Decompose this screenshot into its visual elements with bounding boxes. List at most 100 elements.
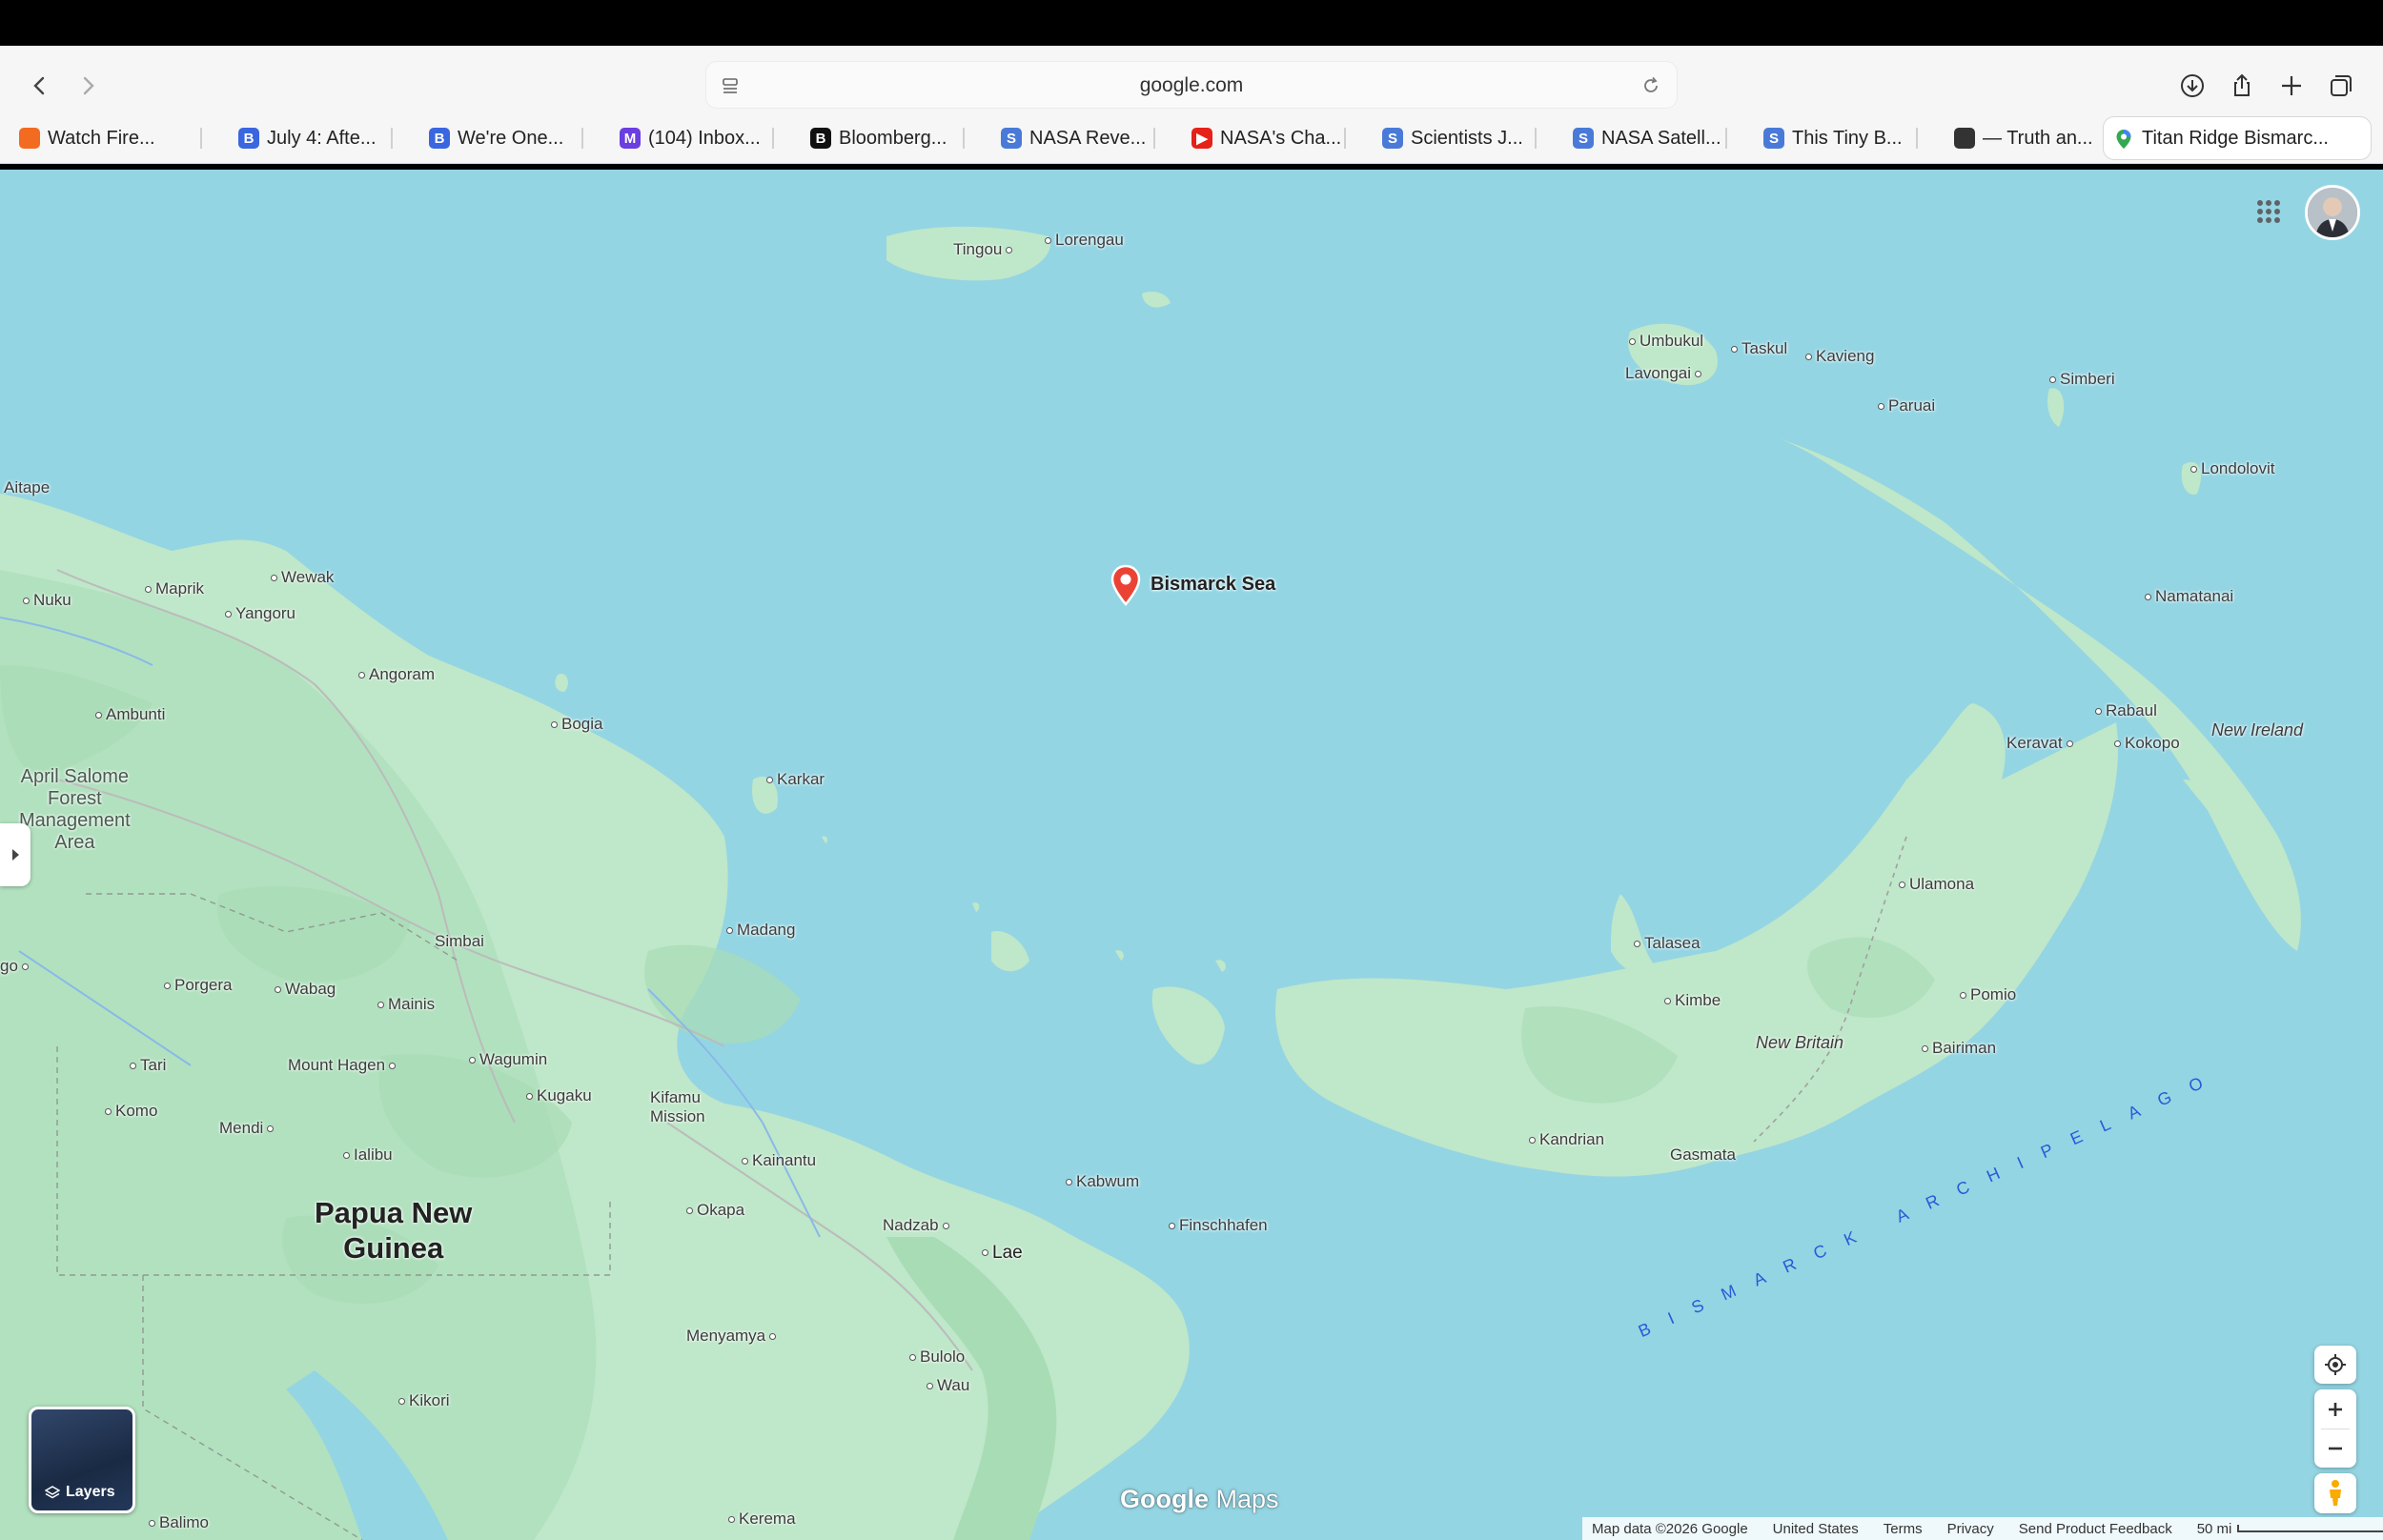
place-label-kabwum[interactable]: Kabwum	[1062, 1172, 1139, 1191]
place-label-tari[interactable]: Tari	[126, 1056, 166, 1075]
feedback-link[interactable]: Send Product Feedback	[2019, 1521, 2172, 1537]
place-label-ialibu[interactable]: Ialibu	[339, 1145, 393, 1165]
place-label-menyamya[interactable]: Menyamya	[686, 1327, 780, 1346]
place-label-nadzab[interactable]: Nadzab	[883, 1216, 953, 1235]
place-label-finschhafen[interactable]: Finschhafen	[1165, 1216, 1268, 1235]
tab-nasa-satell[interactable]: S NASA Satell...	[1563, 116, 1735, 160]
place-label-yangoru[interactable]: Yangoru	[221, 604, 295, 623]
back-button[interactable]	[19, 65, 61, 107]
place-label-lae[interactable]: Lae	[978, 1243, 1023, 1264]
downloads-button[interactable]	[2169, 63, 2215, 109]
place-label-mainis[interactable]: Mainis	[374, 995, 435, 1014]
place-label-mount-hagen[interactable]: Mount Hagen	[288, 1056, 399, 1075]
place-label-londolovit[interactable]: Londolovit	[2187, 459, 2275, 478]
maps-pin-icon	[2113, 129, 2134, 150]
place-label-kikori[interactable]: Kikori	[395, 1391, 450, 1410]
tab-were-one[interactable]: B We're One...	[419, 116, 591, 160]
tab-inbox[interactable]: M (104) Inbox...	[610, 116, 791, 160]
reload-icon[interactable]	[1637, 71, 1665, 100]
avatar[interactable]	[2305, 185, 2360, 240]
place-label-kifamu-mission[interactable]: Kifamu Mission	[650, 1088, 705, 1126]
tab-nasa-reve[interactable]: S NASA Reve...	[991, 116, 1163, 160]
place-label-karkar[interactable]: Karkar	[763, 770, 825, 789]
place-label-keravat[interactable]: Keravat	[2006, 734, 2077, 753]
tab-label: NASA Satell...	[1601, 127, 1721, 149]
privacy-link[interactable]: Privacy	[1947, 1521, 1994, 1537]
tab-overview-button[interactable]	[2318, 63, 2364, 109]
zoom-in-button[interactable]	[2314, 1390, 2356, 1429]
place-label-porgera[interactable]: Porgera	[160, 976, 232, 995]
address-bar[interactable]: google.com	[705, 61, 1678, 109]
place-label-komo[interactable]: Komo	[101, 1102, 157, 1121]
place-label-angoram[interactable]: Angoram	[355, 665, 435, 684]
place-label-wabag[interactable]: Wabag	[271, 980, 336, 999]
map-canvas[interactable]: Tingou Lorengau Umbukul Taskul Kavieng L…	[0, 170, 2383, 1540]
place-label-taskul[interactable]: Taskul	[1727, 339, 1787, 358]
place-label-ego[interactable]: go	[0, 957, 32, 976]
place-label-lavongai[interactable]: Lavongai	[1625, 364, 1705, 383]
place-label-bulolo[interactable]: Bulolo	[906, 1348, 965, 1367]
tab-july-4[interactable]: B July 4: Afte...	[229, 116, 400, 160]
tab-bloomberg[interactable]: B Bloomberg...	[801, 116, 972, 160]
place-label-namatanai[interactable]: Namatanai	[2141, 587, 2233, 606]
island-label-new-ireland[interactable]: New Ireland	[2211, 720, 2303, 740]
region-link[interactable]: United States	[1773, 1521, 1859, 1537]
pin-label[interactable]: Bismarck Sea	[1151, 574, 1275, 596]
area-label-april-salome[interactable]: April Salome Forest Management Area	[19, 766, 131, 854]
place-label-maprik[interactable]: Maprik	[141, 579, 204, 598]
place-label-wagumin[interactable]: Wagumin	[465, 1050, 547, 1069]
country-label-papua-new-guinea[interactable]: Papua New Guinea	[315, 1195, 472, 1266]
location-pin-icon[interactable]	[1110, 564, 1142, 606]
place-label-balimo[interactable]: Balimo	[145, 1513, 209, 1532]
place-label-kugaku[interactable]: Kugaku	[522, 1086, 592, 1105]
new-tab-button[interactable]	[2269, 63, 2314, 109]
place-label-kandrian[interactable]: Kandrian	[1525, 1130, 1604, 1149]
place-label-umbukul[interactable]: Umbukul	[1625, 332, 1703, 351]
pegman-icon	[2330, 1480, 2341, 1506]
tab-titan-ridge[interactable]: Titan Ridge Bismarc...	[2103, 116, 2372, 160]
my-location-button[interactable]	[2314, 1346, 2356, 1384]
place-label-tingou[interactable]: Tingou	[953, 240, 1016, 259]
place-label-simberi[interactable]: Simberi	[2046, 370, 2115, 389]
tab-watch-fire[interactable]: Watch Fire...	[10, 116, 200, 160]
share-button[interactable]	[2219, 63, 2265, 109]
tab-tiny-b[interactable]: S This Tiny B...	[1754, 116, 1925, 160]
street-view-button[interactable]	[2314, 1473, 2356, 1513]
place-label-bairiman[interactable]: Bairiman	[1918, 1039, 1996, 1058]
place-label-simbai[interactable]: Simbai	[435, 932, 484, 951]
place-label-nuku[interactable]: Nuku	[19, 591, 71, 610]
place-label-wau[interactable]: Wau	[923, 1376, 969, 1395]
tab-nasa-cha[interactable]: ▶ NASA's Cha...	[1182, 116, 1354, 160]
place-label-talasea[interactable]: Talasea	[1630, 934, 1701, 953]
place-label-gasmata[interactable]: Gasmata	[1670, 1145, 1736, 1165]
place-label-ambunti[interactable]: Ambunti	[92, 705, 165, 724]
place-label-aitape[interactable]: Aitape	[4, 478, 50, 497]
place-label-kainantu[interactable]: Kainantu	[738, 1151, 816, 1170]
tab-scientists[interactable]: S Scientists J...	[1373, 116, 1544, 160]
place-label-lorengau[interactable]: Lorengau	[1041, 231, 1124, 250]
scale-bar[interactable]: 50 mi	[2197, 1521, 2383, 1537]
island-label-new-britain[interactable]: New Britain	[1756, 1033, 1843, 1053]
forward-button[interactable]	[67, 65, 109, 107]
side-panel-toggle[interactable]	[0, 823, 31, 886]
place-label-kimbe[interactable]: Kimbe	[1660, 991, 1721, 1010]
s-logo-icon: S	[1001, 128, 1022, 149]
place-label-paruai[interactable]: Paruai	[1874, 396, 1935, 415]
google-apps-button[interactable]	[2250, 192, 2288, 231]
place-label-rabaul[interactable]: Rabaul	[2091, 701, 2157, 720]
place-label-mendi[interactable]: Mendi	[219, 1119, 277, 1138]
place-label-kerema[interactable]: Kerema	[724, 1510, 796, 1529]
place-label-madang[interactable]: Madang	[723, 921, 795, 940]
tab-truth[interactable]: — Truth an...	[1945, 116, 2107, 160]
layers-button[interactable]: Layers	[29, 1407, 135, 1513]
tab-label: July 4: Afte...	[267, 127, 377, 149]
terms-link[interactable]: Terms	[1884, 1521, 1923, 1537]
place-label-wewak[interactable]: Wewak	[267, 568, 334, 587]
place-label-ulamona[interactable]: Ulamona	[1895, 875, 1974, 894]
place-label-okapa[interactable]: Okapa	[682, 1201, 744, 1220]
place-label-kavieng[interactable]: Kavieng	[1802, 347, 1874, 366]
zoom-out-button[interactable]	[2314, 1429, 2356, 1468]
place-label-kokopo[interactable]: Kokopo	[2110, 734, 2180, 753]
place-label-bogia[interactable]: Bogia	[547, 715, 602, 734]
place-label-pomio[interactable]: Pomio	[1956, 985, 2016, 1004]
